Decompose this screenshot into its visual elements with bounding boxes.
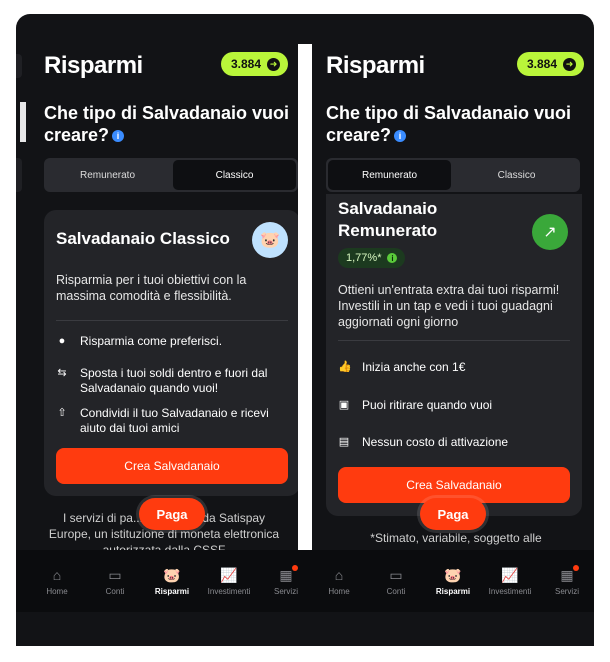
feature-item: ▤ Nessun costo di attivazione bbox=[338, 435, 509, 449]
feature-item: ● Risparmia come preferisci. bbox=[56, 334, 288, 349]
share-icon: ⇧ bbox=[57, 407, 67, 419]
info-icon[interactable]: i bbox=[112, 130, 125, 143]
piggy-bank-icon: 🐷 bbox=[163, 566, 181, 583]
wallet-icon: ▭ bbox=[108, 566, 122, 583]
divider bbox=[56, 320, 288, 321]
legal-footer: *Stimato, variabile, soggetto alle bbox=[370, 531, 542, 545]
prev-card-peek bbox=[16, 54, 22, 78]
trending-up-icon: ↗ bbox=[532, 214, 568, 250]
classic-card: Salvadanaio Classico 🐷 Risparmia per i t… bbox=[44, 210, 298, 496]
page-title: Risparmi bbox=[326, 52, 425, 79]
create-classic-button[interactable]: Crea Salvadanaio bbox=[56, 448, 288, 484]
screen-classic: Risparmi 3.884 ➜ Che tipo di Salvadanaio… bbox=[16, 40, 298, 550]
points-badge[interactable]: 3.884 ➜ bbox=[516, 52, 584, 76]
tab-remunerato[interactable]: Remunerato bbox=[328, 160, 451, 190]
info-icon[interactable]: i bbox=[394, 130, 407, 143]
tab-risparmi[interactable]: 🐷 Risparmi bbox=[424, 550, 482, 612]
tab-risparmi[interactable]: 🐷 Risparmi bbox=[143, 550, 201, 612]
tab-servizi[interactable]: ▦ Servizi bbox=[257, 550, 315, 612]
type-selector: Remunerato Classico bbox=[44, 158, 298, 192]
rate-value: 1,77%* bbox=[346, 252, 382, 264]
tab-home[interactable]: ⌂ Home bbox=[28, 550, 86, 612]
chart-icon: 📈 bbox=[220, 566, 238, 583]
rate-badge: 1,77%* i bbox=[338, 248, 406, 268]
arrow-right-icon: ➜ bbox=[563, 57, 576, 71]
tab-classico[interactable]: Classico bbox=[455, 160, 578, 190]
type-selector: Remunerato Classico bbox=[326, 158, 580, 192]
home-indicator-area bbox=[16, 612, 594, 646]
paga-button[interactable]: Paga bbox=[139, 498, 205, 530]
info-icon[interactable]: i bbox=[387, 253, 398, 263]
home-icon: ⌂ bbox=[52, 566, 62, 583]
app-frame: Risparmi 3.884 ➜ Che tipo di Salvadanaio… bbox=[0, 0, 610, 662]
prev-card-peek bbox=[16, 158, 22, 192]
wallet-icon: ▭ bbox=[389, 566, 403, 583]
fee-icon: ▤ bbox=[338, 436, 350, 448]
screen-remunerato: Risparmi 3.884 ➜ Che tipo di Salvadanaio… bbox=[312, 40, 594, 550]
tab-remunerato[interactable]: Remunerato bbox=[46, 160, 169, 190]
chart-icon: 📈 bbox=[501, 566, 519, 583]
apple-icon: ● bbox=[58, 335, 66, 347]
feature-item: 👍 Inizia anche con 1€ bbox=[338, 360, 466, 374]
feature-item: ▣ Puoi ritirare quando vuoi bbox=[338, 398, 493, 412]
thumbs-up-icon: 👍 bbox=[338, 361, 352, 373]
divider bbox=[338, 340, 570, 341]
piggy-bank-icon: 🐷 bbox=[252, 222, 288, 258]
tab-servizi[interactable]: ▦ Servizi bbox=[538, 550, 596, 612]
bottom-tab-bar: ⌂ Home ▭ Conti 🐷 Risparmi 📈 Investimenti… bbox=[16, 550, 594, 612]
home-icon: ⌂ bbox=[334, 566, 344, 583]
transfer-arrows-icon: ⇆ bbox=[57, 367, 67, 379]
card-title: Salvadanaio Classico bbox=[56, 229, 230, 248]
question-heading: Che tipo di Salvadanaio vuoi creare? i bbox=[44, 103, 290, 145]
arrow-right-icon: ➜ bbox=[267, 57, 280, 71]
card-description: Risparmia per i tuoi obiettivi con la ma… bbox=[56, 273, 247, 303]
grid-icon: ▦ bbox=[279, 564, 298, 583]
prev-card-peek bbox=[20, 102, 26, 142]
remunerato-card: Salvadanaio Remunerato ↗ 1,77%* i Ottien… bbox=[326, 194, 582, 516]
tab-investimenti[interactable]: 📈 Investimenti bbox=[481, 550, 539, 612]
feature-item: ⇧ Condividi il tuo Salvadanaio e ricevi … bbox=[57, 406, 269, 435]
feature-item: ⇆ Sposta i tuoi soldi dentro e fuori dal… bbox=[57, 366, 268, 395]
points-value: 3.884 bbox=[230, 57, 261, 71]
percent-icon: ▣ bbox=[338, 399, 350, 411]
tab-investimenti[interactable]: 📈 Investimenti bbox=[200, 550, 258, 612]
notification-dot bbox=[291, 564, 298, 571]
card-title: Salvadanaio Remunerato bbox=[338, 199, 438, 240]
points-badge[interactable]: 3.884 ➜ bbox=[220, 52, 288, 76]
tab-conti[interactable]: ▭ Conti bbox=[367, 550, 425, 612]
page-title: Risparmi bbox=[44, 52, 143, 79]
question-heading: Che tipo di Salvadanaio vuoi creare? i bbox=[326, 103, 572, 145]
card-description: Ottieni un'entrata extra dai tuoi rispar… bbox=[338, 283, 560, 329]
grid-icon: ▦ bbox=[560, 564, 579, 583]
tab-conti[interactable]: ▭ Conti bbox=[86, 550, 144, 612]
tab-classico[interactable]: Classico bbox=[173, 160, 296, 190]
tab-home[interactable]: ⌂ Home bbox=[310, 550, 368, 612]
points-value: 3.884 bbox=[526, 57, 557, 71]
notification-dot bbox=[572, 564, 579, 571]
piggy-bank-icon: 🐷 bbox=[444, 566, 462, 583]
paga-button[interactable]: Paga bbox=[420, 498, 486, 530]
